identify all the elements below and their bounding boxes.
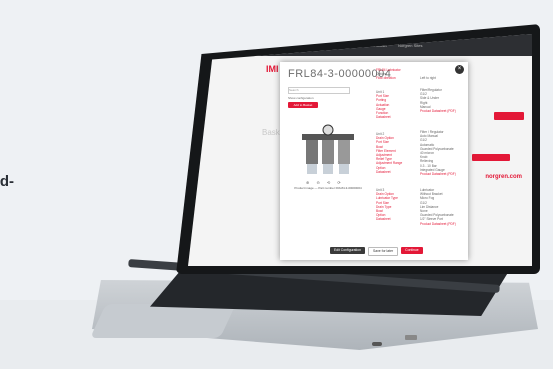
configuration-checkbox[interactable]: Show configuration xyxy=(288,96,314,100)
configuration-modal: FRL84-3-00000004 × Search Show configura… xyxy=(280,62,468,260)
spec-unit-3: Unit 3 Drain Option Lubricator Type Port… xyxy=(376,188,398,222)
frl-unit-image xyxy=(302,124,354,174)
add-to-basket-button[interactable]: Add to Basket xyxy=(288,102,318,108)
image-caption: Product image — Part number FRL84-3-0000… xyxy=(294,186,362,190)
usb-port xyxy=(405,335,417,340)
trackpad xyxy=(90,304,236,338)
checkout-button[interactable] xyxy=(472,154,510,161)
partial-heading: rd- xyxy=(0,173,14,190)
modal-actions: Edit Configuration Save for later Contin… xyxy=(330,247,423,256)
spec-unit-2: Unit 2 Drain Option Port Size Bowl Filte… xyxy=(376,132,403,174)
image-controls[interactable]: ⊕ ⊖ ⟲ ⟳ xyxy=(306,180,344,185)
close-icon[interactable]: × xyxy=(455,65,464,74)
spec-unit-1-values: Filter/Regulator G1/2 Side & Under Right… xyxy=(420,88,456,114)
search-input[interactable]: Search xyxy=(288,87,350,94)
spec-section-values: Left to right xyxy=(420,76,436,80)
save-for-later-button[interactable]: Save for later xyxy=(367,247,399,256)
header-action-button[interactable] xyxy=(494,112,524,120)
spec-unit-3-values: Lubricator Without Bracket Micro Fog G1/… xyxy=(420,188,456,226)
laptop-screen: Login Contact Norgren Sites IMI Basket n… xyxy=(188,34,532,266)
spec-unit-2-values: Filter / Regulator Auto Manual G1/2 Auto… xyxy=(420,130,456,177)
spec-unit-1: Unit 1 Port Size Porting Actuation Gauge… xyxy=(376,90,391,120)
continue-button[interactable]: Continue xyxy=(401,247,423,254)
spec-section-header: FRL84 Lubricator Options Flow direction xyxy=(376,68,401,81)
usb-c-port xyxy=(372,342,382,346)
edit-configuration-button[interactable]: Edit Configuration xyxy=(330,247,365,254)
brand-link[interactable]: norgren.com xyxy=(485,174,522,180)
